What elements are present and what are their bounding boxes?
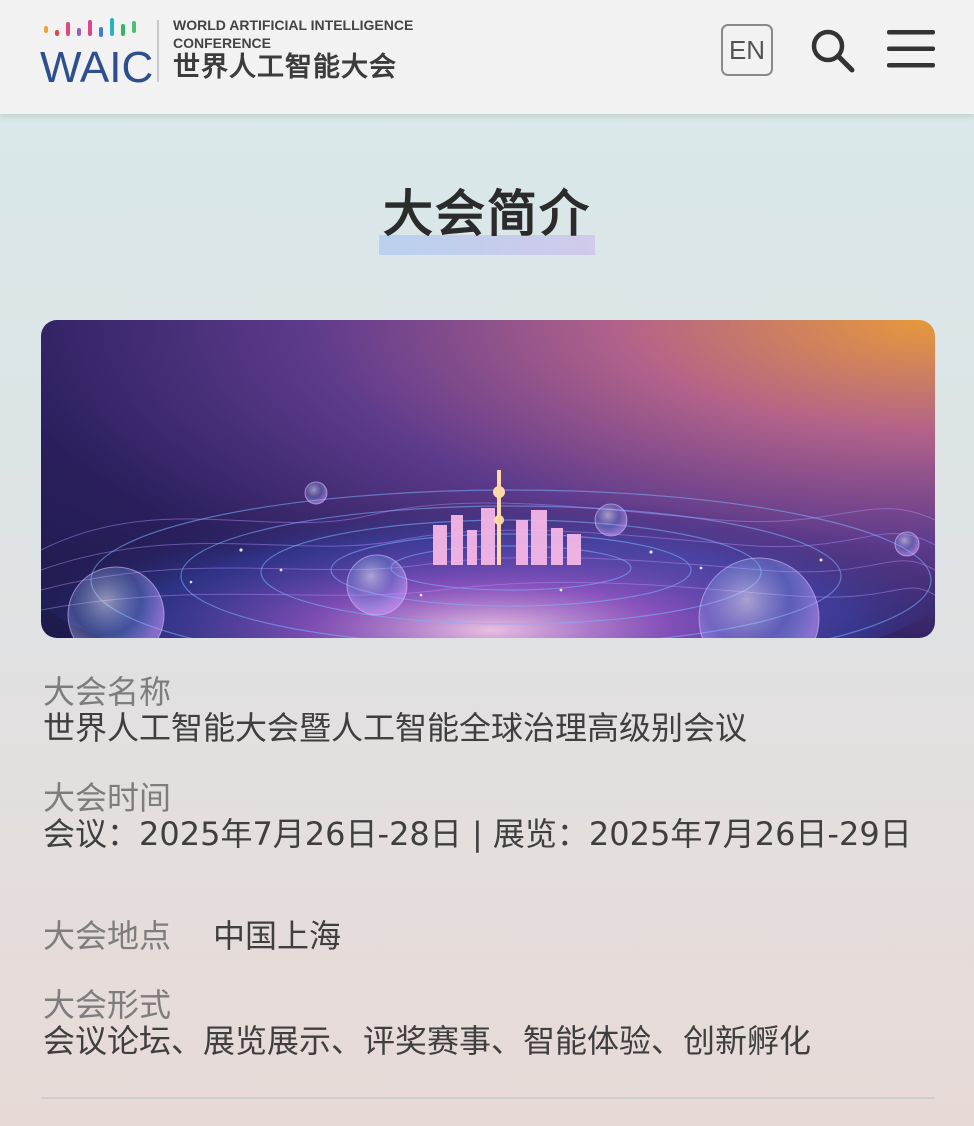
name-value: 世界人工智能大会暨人工智能全球治理高级别会议 bbox=[43, 709, 748, 747]
language-toggle-button[interactable]: EN bbox=[721, 24, 773, 76]
hamburger-menu-icon bbox=[887, 30, 935, 68]
info-row-place: 大会地点 中国上海 bbox=[43, 918, 933, 954]
info-row-form: 大会形式 会议论坛、展览展示、评奖赛事、智能体验、创新孵化 bbox=[43, 987, 933, 1059]
logo-wordmark: WAIC bbox=[40, 43, 154, 92]
place-value: 中国上海 bbox=[213, 917, 342, 955]
site-header: WAIC World Artificial Intelligence Confe… bbox=[0, 0, 974, 114]
form-value: 会议论坛、展览展示、评奖赛事、智能体验、创新孵化 bbox=[43, 1022, 812, 1060]
info-row-time: 大会时间 会议：2025年7月26日-28日 | 展览：2025年7月26日-2… bbox=[43, 780, 933, 852]
search-icon bbox=[811, 29, 855, 73]
menu-button[interactable] bbox=[886, 27, 936, 71]
name-label: 大会名称 bbox=[43, 673, 172, 711]
conference-banner-image bbox=[41, 320, 935, 638]
content-divider bbox=[41, 1097, 935, 1099]
logo-chinese-name: 世界人工智能大会 bbox=[173, 52, 397, 83]
form-label: 大会形式 bbox=[43, 986, 172, 1024]
section-title: 大会简介 bbox=[379, 185, 595, 255]
logo-english-name: World Artificial Intelligence Conference bbox=[173, 17, 414, 51]
search-button[interactable] bbox=[808, 26, 856, 74]
place-label: 大会地点 bbox=[43, 917, 172, 955]
info-row-name: 大会名称 世界人工智能大会暨人工智能全球治理高级别会议 bbox=[43, 674, 933, 746]
waic-logo[interactable]: WAIC World Artificial Intelligence Confe… bbox=[40, 16, 420, 96]
section-title-container: 大会简介 bbox=[0, 183, 974, 255]
logo-divider bbox=[157, 20, 159, 82]
time-value: 会议：2025年7月26日-28日 | 展览：2025年7月26日-29日 bbox=[43, 815, 912, 853]
time-label: 大会时间 bbox=[43, 779, 172, 817]
banner-city-illustration bbox=[41, 450, 935, 638]
